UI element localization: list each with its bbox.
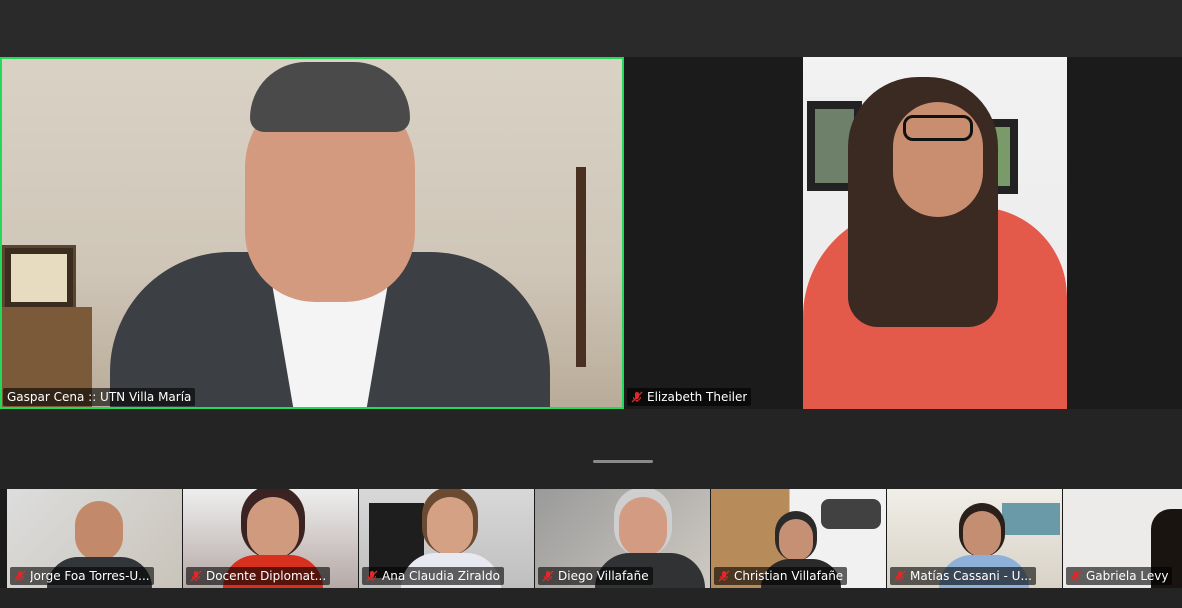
thumb-face xyxy=(963,511,1001,557)
thumb-participant[interactable]: Matías Cassani - U... xyxy=(887,489,1062,588)
video-elizabeth[interactable]: Elizabeth Theiler xyxy=(624,57,1182,409)
name-tag-elizabeth: Elizabeth Theiler xyxy=(627,388,752,406)
mic-muted-icon xyxy=(894,570,906,582)
thumb-participant[interactable]: Docente Diplomat... xyxy=(183,489,358,588)
participant-name: Ana Claudia Ziraldo xyxy=(382,569,500,583)
participant-name: Matías Cassani - U... xyxy=(910,569,1032,583)
thumb-face xyxy=(75,501,123,561)
thumb-face xyxy=(779,519,813,561)
thumb-participant[interactable]: Diego Villafañe xyxy=(535,489,710,588)
participant-name: Elizabeth Theiler xyxy=(647,390,748,404)
mic-muted-icon xyxy=(1070,570,1082,582)
thumb-map xyxy=(821,499,881,529)
name-tag: Jorge Foa Torres-U... xyxy=(10,567,154,585)
mic-muted-icon xyxy=(14,570,26,582)
frame-picture xyxy=(2,245,76,311)
participant-name: Diego Villafañe xyxy=(558,569,649,583)
mic-muted-icon xyxy=(190,570,202,582)
name-tag: Matías Cassani - U... xyxy=(890,567,1036,585)
name-tag: Christian Villafañe xyxy=(714,567,848,585)
mic-muted-icon xyxy=(366,570,378,582)
thumb-face xyxy=(247,497,299,559)
video-stage: Gaspar Cena :: UTN Villa María Elizabeth… xyxy=(0,57,1182,409)
top-bar xyxy=(0,0,1182,57)
mic-muted-icon xyxy=(631,391,643,403)
thumb-participant[interactable]: Gabriela Levy xyxy=(1063,489,1182,588)
thumb-face xyxy=(619,497,667,557)
name-tag: Ana Claudia Ziraldo xyxy=(362,567,504,585)
thumb-picture xyxy=(1002,503,1060,535)
name-tag: Diego Villafañe xyxy=(538,567,653,585)
thumb-participant[interactable]: Ana Claudia Ziraldo xyxy=(359,489,534,588)
hair xyxy=(250,62,410,132)
name-tag: Docente Diplomat... xyxy=(186,567,331,585)
resize-handle[interactable] xyxy=(593,460,653,463)
mic-muted-icon xyxy=(718,570,730,582)
easel xyxy=(556,167,606,367)
name-tag: Gabriela Levy xyxy=(1066,567,1173,585)
participant-name: Jorge Foa Torres-U... xyxy=(30,569,150,583)
participant-name: Gabriela Levy xyxy=(1086,569,1169,583)
thumb-participant[interactable]: Jorge Foa Torres-U... xyxy=(7,489,182,588)
participant-name: Christian Villafañe xyxy=(734,569,844,583)
thumb-participant[interactable]: Christian Villafañe xyxy=(711,489,886,588)
thumb-face xyxy=(427,497,473,555)
video-feed xyxy=(803,57,1067,409)
speaker-video-gaspar[interactable]: Gaspar Cena :: UTN Villa María xyxy=(0,57,624,409)
gallery-strip: Jorge Foa Torres-U... Docente Diplomat..… xyxy=(0,489,1182,588)
speaker-name: Gaspar Cena :: UTN Villa María xyxy=(7,390,192,404)
name-tag-speaker: Gaspar Cena :: UTN Villa María xyxy=(3,388,196,406)
participant-name: Docente Diplomat... xyxy=(206,569,327,583)
mic-muted-icon xyxy=(542,570,554,582)
